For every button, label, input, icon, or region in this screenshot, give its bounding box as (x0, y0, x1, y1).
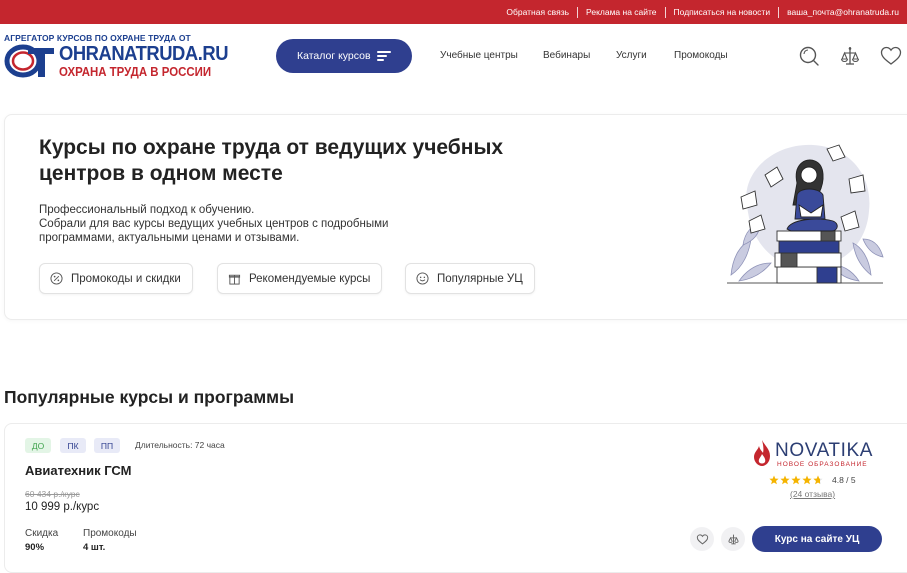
top-links: Обратная связь Реклама на сайте Подписат… (498, 0, 907, 24)
subscribe-link[interactable]: Подписаться на новости (666, 7, 779, 17)
compare-icon[interactable] (838, 44, 862, 68)
popular-centers-button[interactable]: Популярные УЦ (405, 263, 535, 294)
course-card[interactable]: ДО ПК ПП Длительность: 72 часа Авиатехни… (4, 423, 907, 573)
hero-description: Профессиональный подход к обучению. Собр… (39, 203, 459, 245)
nav-promocodes[interactable]: Промокоды (674, 50, 728, 61)
percent-icon (50, 272, 63, 285)
star-icon (802, 475, 812, 485)
nav-services[interactable]: Услуги (616, 50, 647, 61)
hero-description-line: Профессиональный подход к обучению. (39, 204, 255, 216)
provider-name: NOVATIKA (775, 440, 874, 461)
compare-button[interactable] (721, 527, 745, 551)
star-half-icon (813, 475, 823, 485)
logo-mark-icon (4, 44, 54, 78)
section-title: Популярные курсы и программы (4, 387, 295, 407)
star-icon (791, 475, 801, 485)
nav-training-centers[interactable]: Учебные центры (440, 50, 518, 61)
old-price: 60 434 р./курс (25, 489, 80, 499)
heart-icon[interactable] (879, 44, 903, 68)
hero-description-line: Собрали для вас курсы ведущих учебных це… (39, 218, 389, 244)
promo-label: Промокоды (83, 528, 137, 539)
course-on-site-button[interactable]: Курс на сайте УЦ (752, 526, 882, 552)
tag-do: ДО (25, 438, 51, 453)
promo-value: 4 шт. (83, 542, 106, 553)
pill-label: Рекомендуемые курсы (249, 272, 371, 285)
menu-icon (377, 51, 391, 61)
promocodes-discounts-button[interactable]: Промокоды и скидки (39, 263, 193, 294)
reading-girl-illustration (727, 144, 884, 284)
site-logo[interactable]: АГРЕГАТОР КУРСОВ ПО ОХРАНЕ ТРУДА ОТ OHRA… (4, 33, 228, 79)
advertising-link[interactable]: Реклама на сайте (578, 7, 665, 17)
heart-icon (696, 533, 708, 544)
recommended-courses-button[interactable]: Рекомендуемые курсы (217, 263, 383, 294)
reviews-link[interactable]: (24 отзыва) (790, 489, 835, 499)
star-icon (780, 475, 790, 485)
logo-brand-subtitle: ОХРАНА ТРУДА В РОССИИ (59, 64, 212, 79)
gift-icon (228, 274, 241, 285)
compare-icon (727, 534, 739, 544)
tag-pk: ПК (60, 438, 86, 453)
hero-title: Курсы по охране труда от ведущих учебных… (39, 136, 504, 185)
logo-tagline: АГРЕГАТОР КУРСОВ ПО ОХРАНЕ ТРУДА ОТ (4, 33, 191, 43)
top-bar: Обратная связь Реклама на сайте Подписат… (0, 0, 907, 24)
star-icon (769, 475, 779, 485)
pill-label: Промокоды и скидки (71, 272, 181, 285)
nav-webinars[interactable]: Вебинары (543, 50, 590, 61)
current-price: 10 999 р./курс (25, 501, 100, 513)
catalog-button[interactable]: Каталог курсов (276, 39, 412, 73)
logo-brand: OHRANATRUDA.RU (59, 43, 229, 65)
course-title[interactable]: Авиатехник ГСМ (25, 463, 131, 478)
course-duration: Длительность: 72 часа (135, 440, 225, 450)
pill-label: Популярные УЦ (437, 272, 523, 285)
search-icon[interactable] (797, 44, 821, 68)
rating-score: 4.8 / 5 (832, 475, 856, 485)
smile-icon (416, 272, 429, 285)
tag-pp: ПП (94, 438, 120, 453)
flame-icon (754, 440, 770, 466)
provider-rating: 4.8 / 5 (769, 475, 856, 485)
provider-logo[interactable]: NOVATIKA НОВОЕ ОБРАЗОВАНИЕ (751, 438, 879, 470)
provider-subtitle: НОВОЕ ОБРАЗОВАНИЕ (777, 461, 868, 468)
discount-label: Скидка (25, 528, 59, 539)
email-link[interactable]: ваша_почта@ohranatruda.ru (779, 7, 907, 17)
feedback-link[interactable]: Обратная связь (498, 7, 577, 17)
catalog-button-label: Каталог курсов (297, 50, 371, 62)
favorite-button[interactable] (690, 527, 714, 551)
discount-value: 90% (25, 542, 45, 553)
hero-banner: Курсы по охране труда от ведущих учебных… (4, 114, 907, 320)
